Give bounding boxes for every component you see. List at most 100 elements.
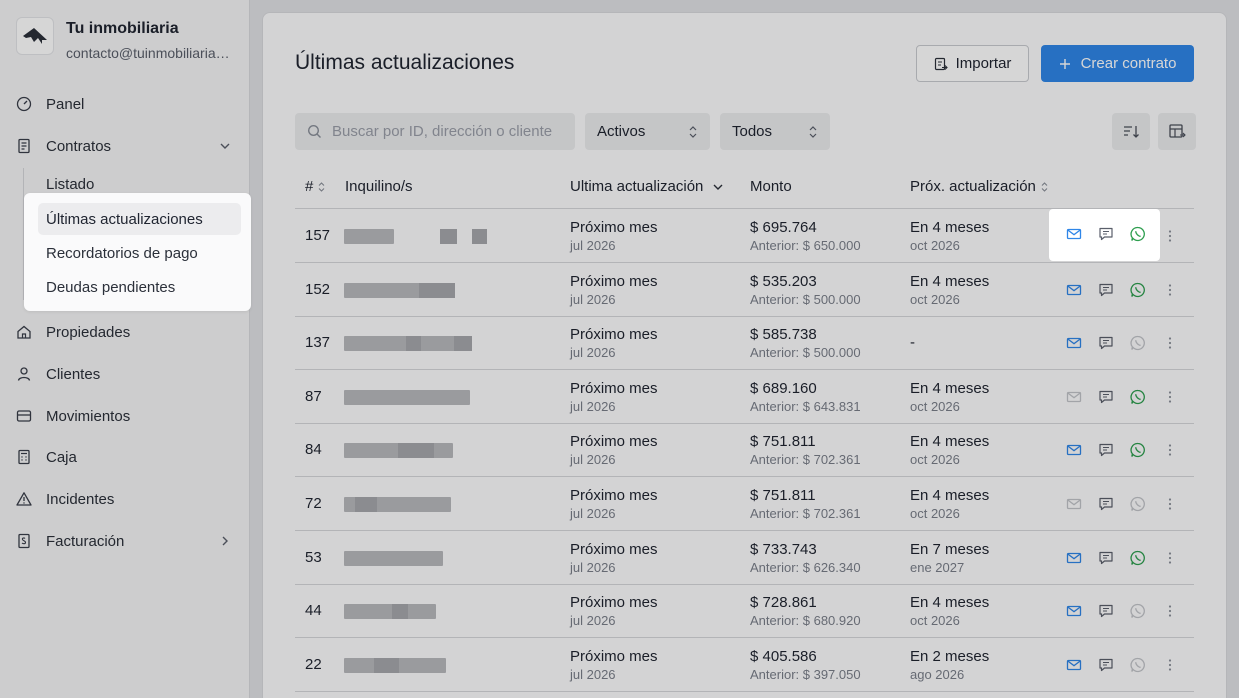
type-select[interactable]: Todos bbox=[720, 113, 830, 150]
contract-id[interactable]: 137 bbox=[305, 334, 330, 351]
user-icon bbox=[17, 367, 31, 381]
mail-icon[interactable] bbox=[1066, 282, 1082, 298]
more-icon[interactable] bbox=[1162, 228, 1178, 244]
search-box[interactable] bbox=[295, 113, 575, 150]
table-row[interactable]: 72 Próximo mes jul 2026 $ 751.811 Anteri… bbox=[295, 478, 1194, 531]
columns-button[interactable] bbox=[1158, 113, 1196, 150]
more-icon[interactable] bbox=[1162, 389, 1178, 405]
submenu-deudas[interactable]: Deudas pendientes bbox=[38, 271, 241, 303]
next-update-date: oct 2026 bbox=[910, 398, 960, 414]
brand[interactable]: Tu inmobiliaria contacto@tuinmobiliaria.… bbox=[16, 17, 232, 63]
sort-button[interactable] bbox=[1112, 113, 1150, 150]
contract-id[interactable]: 72 bbox=[305, 495, 322, 512]
last-update-date: jul 2026 bbox=[570, 291, 616, 307]
tenant-name-redacted bbox=[344, 657, 446, 673]
nav-propiedades-label: Propiedades bbox=[46, 323, 131, 341]
tenant-name-redacted bbox=[344, 497, 451, 512]
more-icon[interactable] bbox=[1162, 442, 1178, 458]
message-icon[interactable] bbox=[1098, 496, 1114, 512]
submenu-ultimas[interactable]: Últimas actualizaciones bbox=[38, 203, 241, 235]
message-icon[interactable] bbox=[1098, 389, 1114, 405]
last-update-text: Próximo mes bbox=[570, 379, 658, 397]
message-icon[interactable] bbox=[1098, 226, 1114, 242]
mail-icon[interactable] bbox=[1066, 550, 1082, 566]
message-icon[interactable] bbox=[1098, 657, 1114, 673]
tenant-name-redacted bbox=[344, 443, 453, 459]
nav-movimientos[interactable]: Movimientos bbox=[16, 401, 234, 431]
message-icon[interactable] bbox=[1098, 603, 1114, 619]
nav-panel[interactable]: Panel bbox=[16, 89, 234, 119]
whatsapp-icon[interactable] bbox=[1130, 550, 1146, 566]
nav-clientes[interactable]: Clientes bbox=[16, 359, 234, 389]
contract-id[interactable]: 53 bbox=[305, 549, 322, 566]
message-icon[interactable] bbox=[1098, 550, 1114, 566]
whatsapp-icon[interactable] bbox=[1130, 496, 1146, 512]
col-id[interactable]: # bbox=[305, 178, 326, 195]
contract-id[interactable]: 84 bbox=[305, 441, 322, 458]
amount: $ 733.743 bbox=[750, 540, 817, 558]
submenu-recordatorios[interactable]: Recordatorios de pago bbox=[38, 237, 241, 269]
more-icon[interactable] bbox=[1162, 282, 1178, 298]
amount: $ 751.811 bbox=[750, 433, 816, 451]
contract-id[interactable]: 152 bbox=[305, 281, 330, 298]
col-amount-label: Monto bbox=[750, 178, 792, 195]
mail-icon[interactable] bbox=[1066, 496, 1082, 512]
mail-icon[interactable] bbox=[1066, 657, 1082, 673]
table-row[interactable]: 137 Próximo mes jul 2026 $ 585.738 Anter… bbox=[295, 317, 1194, 371]
message-icon[interactable] bbox=[1098, 442, 1114, 458]
mail-icon[interactable] bbox=[1066, 389, 1082, 405]
last-update-text: Próximo mes bbox=[570, 272, 658, 290]
whatsapp-icon[interactable] bbox=[1130, 226, 1146, 242]
status-select[interactable]: Activos bbox=[585, 113, 710, 150]
nav-incidentes[interactable]: Incidentes bbox=[16, 484, 234, 514]
whatsapp-icon[interactable] bbox=[1130, 335, 1146, 351]
message-icon[interactable] bbox=[1098, 282, 1114, 298]
message-icon[interactable] bbox=[1098, 335, 1114, 351]
import-button[interactable]: Importar bbox=[916, 45, 1029, 82]
sort-updown-icon bbox=[318, 181, 325, 192]
whatsapp-icon[interactable] bbox=[1130, 657, 1146, 673]
whatsapp-icon[interactable] bbox=[1130, 442, 1146, 458]
whatsapp-icon[interactable] bbox=[1130, 282, 1146, 298]
col-id-label: # bbox=[305, 178, 314, 195]
nav-propiedades[interactable]: Propiedades bbox=[16, 317, 234, 347]
table-row[interactable]: 84 Próximo mes jul 2026 $ 751.811 Anteri… bbox=[295, 424, 1194, 478]
nav-incidentes-label: Incidentes bbox=[46, 490, 115, 508]
next-update-date: oct 2026 bbox=[910, 291, 960, 307]
chevron-down-icon[interactable] bbox=[218, 139, 232, 153]
more-icon[interactable] bbox=[1162, 496, 1178, 512]
last-update-text: Próximo mes bbox=[570, 487, 658, 504]
last-update-text: Próximo mes bbox=[570, 647, 658, 665]
nav-caja[interactable]: Caja bbox=[16, 442, 234, 472]
mail-icon[interactable] bbox=[1066, 335, 1082, 351]
contract-id[interactable]: 157 bbox=[305, 227, 330, 244]
search-input[interactable] bbox=[332, 123, 572, 140]
nav-facturacion[interactable]: Facturación bbox=[16, 526, 234, 556]
contract-id[interactable]: 87 bbox=[305, 388, 322, 405]
last-update-date: jul 2026 bbox=[570, 345, 616, 361]
table-row[interactable]: 152 Próximo mes jul 2026 $ 535.203 Anter… bbox=[295, 264, 1194, 317]
table-row[interactable]: 87 Próximo mes jul 2026 $ 689.160 Anteri… bbox=[295, 371, 1194, 424]
mail-icon[interactable] bbox=[1066, 226, 1082, 242]
more-icon[interactable] bbox=[1162, 550, 1178, 566]
mail-icon[interactable] bbox=[1066, 603, 1082, 619]
updown-icon bbox=[689, 125, 697, 138]
contract-id[interactable]: 22 bbox=[305, 656, 322, 673]
table-row[interactable]: 44 Próximo mes jul 2026 $ 728.861 Anteri… bbox=[295, 585, 1194, 639]
table-row[interactable]: 53 Próximo mes jul 2026 $ 733.743 Anteri… bbox=[295, 532, 1194, 585]
whatsapp-icon[interactable] bbox=[1130, 389, 1146, 405]
submenu-listado[interactable]: Listado bbox=[46, 175, 94, 195]
table-row[interactable]: 22 Próximo mes jul 2026 $ 405.586 Anteri… bbox=[295, 639, 1194, 692]
col-last-update[interactable]: Ultima actualización bbox=[570, 178, 725, 195]
create-contract-button[interactable]: Crear contrato bbox=[1041, 45, 1194, 82]
more-icon[interactable] bbox=[1162, 335, 1178, 351]
chevron-right-icon[interactable] bbox=[218, 534, 232, 548]
nav-contratos[interactable]: Contratos bbox=[16, 131, 234, 161]
next-update-text: - bbox=[910, 334, 915, 352]
col-next-update[interactable]: Próx. actualización bbox=[910, 178, 1049, 195]
mail-icon[interactable] bbox=[1066, 442, 1082, 458]
more-icon[interactable] bbox=[1162, 603, 1178, 619]
contract-id[interactable]: 44 bbox=[305, 602, 322, 619]
more-icon[interactable] bbox=[1162, 657, 1178, 673]
whatsapp-icon[interactable] bbox=[1130, 603, 1146, 619]
